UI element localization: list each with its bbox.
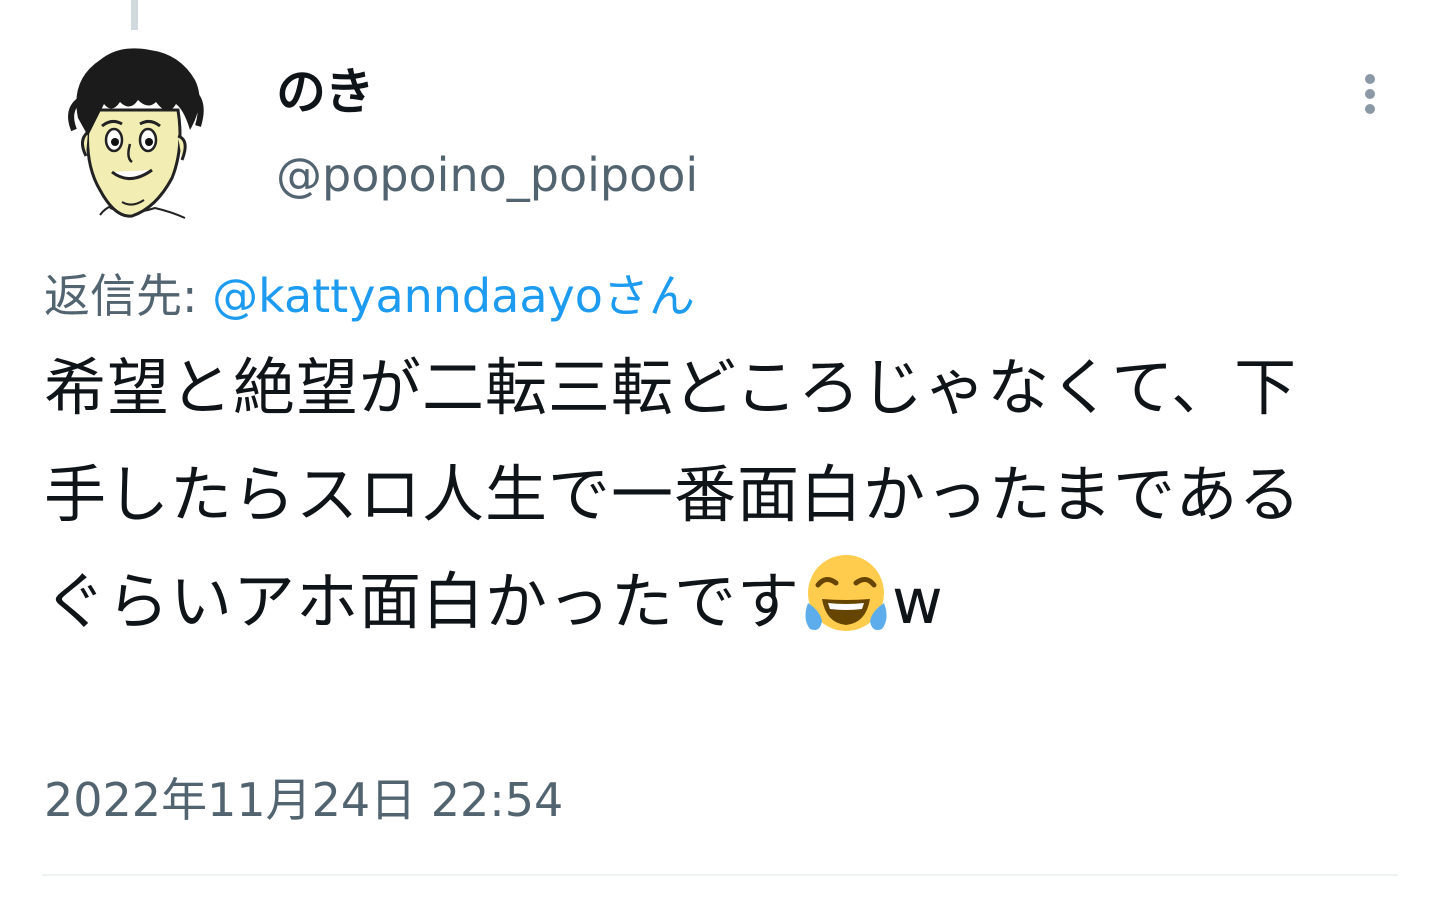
- tweet-text: 希望と絶望が二転三転どころじゃなくて、下手したらスロ人生で一番面白かったまである…: [44, 334, 1354, 655]
- thread-connector-line: [131, 0, 138, 30]
- avatar[interactable]: [60, 40, 210, 230]
- tweet: のき @popoino_poipooi 返信先: @kattyanndaayoさ…: [0, 0, 1440, 907]
- tweet-timestamp[interactable]: 2022年11月24日 22:54: [44, 770, 563, 830]
- face-with-tears-of-joy-icon: [800, 549, 892, 641]
- divider: [42, 874, 1398, 876]
- more-options-button[interactable]: [1348, 66, 1392, 122]
- author-handle[interactable]: @popoino_poipooi: [276, 147, 698, 203]
- reply-prefix: 返信先:: [44, 269, 198, 323]
- avatar-cartoon-face-icon: [68, 48, 204, 219]
- reply-context: 返信先: @kattyanndaayoさん: [44, 266, 695, 326]
- tweet-text-suffix: w: [892, 565, 944, 638]
- author-display-name[interactable]: のき: [276, 62, 375, 122]
- tweet-text-main: 希望と絶望が二転三転どころじゃなくて、下手したらスロ人生で一番面白かったまである…: [44, 351, 1302, 638]
- reply-mention-link[interactable]: @kattyanndaayoさん: [212, 269, 695, 323]
